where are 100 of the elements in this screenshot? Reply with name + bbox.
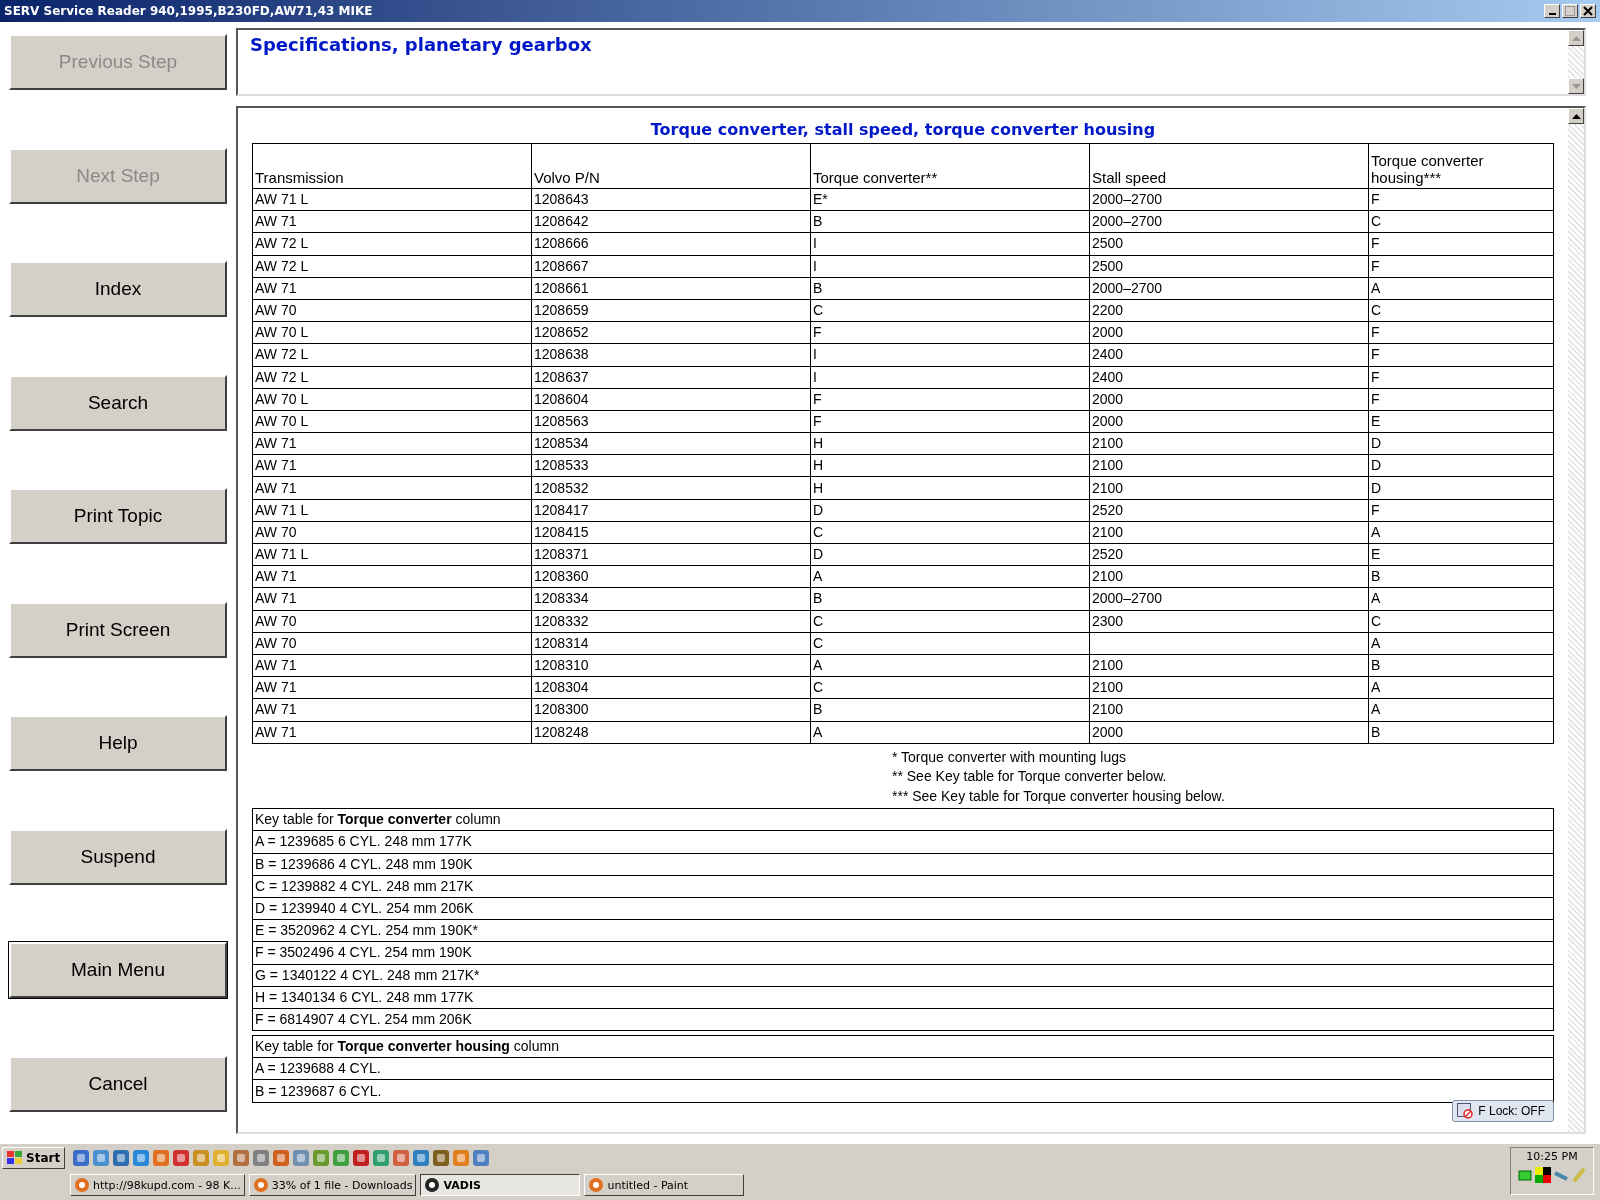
table-cell: 2100 bbox=[1089, 698, 1369, 721]
table-cell: 2100 bbox=[1089, 654, 1369, 677]
scrollbar[interactable] bbox=[1568, 108, 1584, 1132]
table-cell: 1208652 bbox=[531, 321, 811, 344]
taskbar-task[interactable]: http://98kupd.com - 98 K... bbox=[70, 1174, 245, 1196]
app-launcher-icon[interactable] bbox=[453, 1150, 470, 1166]
table-cell: F bbox=[1368, 343, 1554, 366]
key-table-heading: Key table for Torque converter housing column bbox=[252, 1035, 1554, 1058]
table-cell: C bbox=[1368, 299, 1554, 322]
maximize-icon bbox=[1565, 6, 1575, 16]
app-launcher-icon[interactable] bbox=[133, 1150, 150, 1166]
sidebar-button[interactable]: Cancel bbox=[9, 1055, 227, 1112]
app-launcher-icon[interactable] bbox=[333, 1150, 350, 1166]
table-cell: D bbox=[1368, 476, 1554, 500]
windows-logo-icon bbox=[7, 1151, 23, 1165]
table-cell: 1208304 bbox=[531, 676, 811, 699]
sidebar-button[interactable]: Suspend bbox=[9, 828, 227, 885]
table-cell: 1208532 bbox=[531, 476, 811, 500]
app-launcher-icon[interactable] bbox=[413, 1150, 430, 1166]
clock: 10:25 PM bbox=[1526, 1150, 1578, 1163]
color-squares-icon[interactable] bbox=[1535, 1167, 1551, 1183]
scroll-down-button[interactable] bbox=[1568, 78, 1584, 94]
table-cell: 1208415 bbox=[531, 521, 811, 544]
start-button[interactable]: Start bbox=[2, 1147, 66, 1169]
app-launcher-icon[interactable] bbox=[73, 1150, 90, 1166]
sidebar-button[interactable]: Help bbox=[9, 715, 227, 772]
table-cell: 2000–2700 bbox=[1089, 188, 1369, 211]
sidebar-button[interactable]: Print Topic bbox=[9, 488, 227, 545]
table-cell: I bbox=[810, 366, 1090, 389]
table-cell: AW 70 bbox=[252, 521, 532, 544]
taskbar-task[interactable]: untitled - Paint bbox=[584, 1174, 745, 1196]
table-cell: 1208638 bbox=[531, 343, 811, 366]
app-launcher-icon[interactable] bbox=[233, 1150, 250, 1166]
app-launcher-icon[interactable] bbox=[373, 1150, 390, 1166]
table-cell: AW 70 bbox=[252, 610, 532, 633]
table-cell: B bbox=[810, 587, 1090, 611]
table-cell: 1208248 bbox=[531, 721, 811, 744]
app-launcher-icon[interactable] bbox=[433, 1150, 450, 1166]
table-cell: F bbox=[1368, 188, 1554, 211]
app-launcher-icon[interactable] bbox=[93, 1150, 110, 1166]
table-cell: 1208667 bbox=[531, 255, 811, 278]
table-cell: 2100 bbox=[1089, 432, 1369, 455]
sidebar-button[interactable]: Index bbox=[9, 261, 227, 318]
table-cell: AW 70 bbox=[252, 299, 532, 322]
table-cell: AW 72 L bbox=[252, 366, 532, 389]
table-cell: 2100 bbox=[1089, 565, 1369, 588]
taskbar-task[interactable]: VADIS bbox=[420, 1174, 581, 1196]
close-icon bbox=[1583, 6, 1593, 16]
down-arrow-icon bbox=[1571, 83, 1581, 89]
app-launcher-icon[interactable] bbox=[153, 1150, 170, 1166]
app-icon bbox=[588, 1177, 605, 1193]
table-cell: A bbox=[1368, 676, 1554, 699]
app-launcher-icon[interactable] bbox=[173, 1150, 190, 1166]
table-cell: H bbox=[810, 432, 1090, 455]
column-header: Torque converter housing*** bbox=[1368, 143, 1554, 189]
table-cell: F = 6814907 4 CYL. 254 mm 206K bbox=[252, 1008, 1554, 1031]
table-cell: C bbox=[810, 676, 1090, 699]
app-launcher-icon[interactable] bbox=[113, 1150, 130, 1166]
column-header: Stall speed bbox=[1089, 143, 1369, 189]
scroll-up-button[interactable] bbox=[1568, 108, 1584, 124]
table-cell: C bbox=[810, 299, 1090, 322]
table-cell: 1208534 bbox=[531, 432, 811, 455]
minimize-button[interactable] bbox=[1544, 4, 1560, 18]
app-launcher-icon[interactable] bbox=[293, 1150, 310, 1166]
app-launcher-icon[interactable] bbox=[253, 1150, 270, 1166]
sidebar-button[interactable]: Main Menu bbox=[9, 942, 227, 999]
table-cell: F bbox=[1368, 255, 1554, 278]
minimize-icon bbox=[1548, 13, 1556, 15]
footnote: * Torque converter with mounting lugs bbox=[892, 747, 1127, 767]
table-cell: AW 71 bbox=[252, 476, 532, 500]
table-cell: A bbox=[810, 654, 1090, 677]
app-launcher-icon[interactable] bbox=[193, 1150, 210, 1166]
table-cell: AW 71 bbox=[252, 721, 532, 744]
table-cell: 2300 bbox=[1089, 610, 1369, 633]
table-cell: E = 3520962 4 CYL. 254 mm 190K* bbox=[252, 919, 1554, 942]
app-launcher-icon[interactable] bbox=[273, 1150, 290, 1166]
table-cell: B bbox=[1368, 565, 1554, 588]
table-cell: 1208314 bbox=[531, 632, 811, 655]
app-launcher-icon[interactable] bbox=[473, 1150, 490, 1166]
scroll-up-button[interactable] bbox=[1568, 30, 1584, 46]
sidebar-button[interactable]: Search bbox=[9, 374, 227, 431]
table-cell: C bbox=[810, 610, 1090, 633]
taskbar-task[interactable]: 33% of 1 file - Downloads bbox=[248, 1174, 417, 1196]
table-cell: 1208643 bbox=[531, 188, 811, 211]
table-cell: B = 1239686 4 CYL. 248 mm 190K bbox=[252, 853, 1554, 876]
app-launcher-icon[interactable] bbox=[353, 1150, 370, 1166]
maximize-button[interactable] bbox=[1562, 4, 1578, 18]
table-cell: AW 70 L bbox=[252, 410, 532, 433]
app-launcher-icon[interactable] bbox=[313, 1150, 330, 1166]
scrollbar[interactable] bbox=[1568, 30, 1584, 94]
table-cell: 2000 bbox=[1089, 721, 1369, 744]
sidebar-button[interactable]: Print Screen bbox=[9, 601, 227, 658]
table-cell: 1208661 bbox=[531, 277, 811, 300]
table-cell: C = 1239882 4 CYL. 248 mm 217K bbox=[252, 875, 1554, 898]
table-cell: 1208332 bbox=[531, 610, 811, 633]
app-launcher-icon[interactable] bbox=[393, 1150, 410, 1166]
table-cell: 1208637 bbox=[531, 366, 811, 389]
table-cell: AW 71 bbox=[252, 454, 532, 477]
close-button[interactable] bbox=[1580, 4, 1596, 18]
app-icon bbox=[252, 1177, 269, 1193]
